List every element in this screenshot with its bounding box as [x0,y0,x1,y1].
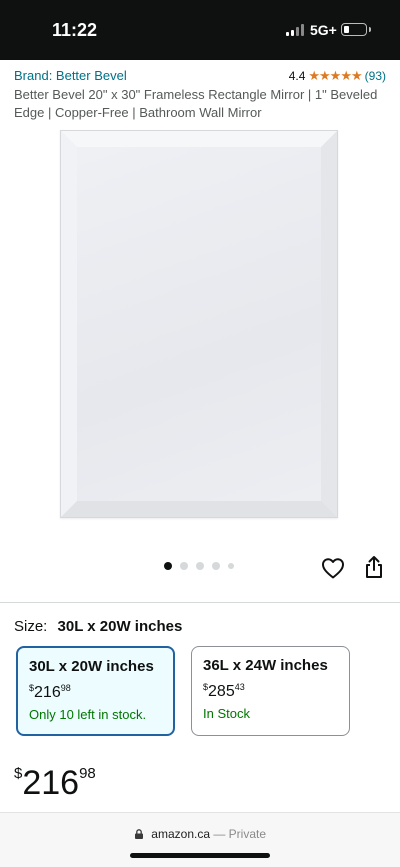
section-divider [0,602,400,603]
size-option-36x24[interactable]: 36L x 24W inches $28543 In Stock [191,646,350,736]
status-bar: 11:22 5G+ [0,0,400,60]
share-icon[interactable] [364,555,384,579]
size-option-label: 36L x 24W inches [203,657,328,674]
heart-icon[interactable] [321,557,345,579]
product-title: Better Bevel 20" x 30" Frameless Rectang… [14,87,378,120]
carousel-dot[interactable] [228,563,234,569]
status-time: 11:22 [52,20,98,40]
carousel-dot[interactable] [180,562,188,570]
carousel-dot[interactable] [196,562,204,570]
signal-icon [286,24,306,36]
selected-size: 30L x 20W inches [57,618,183,635]
network-type: 5G+ [310,22,337,38]
review-count[interactable]: (93) [365,69,386,83]
lock-icon [134,829,143,839]
size-option-stock: Only 10 left in stock. [29,707,147,722]
brand-link[interactable]: Brand: Better Bevel [14,68,127,83]
mirror-bevel [61,131,337,517]
url-display[interactable]: amazon.ca — Private [0,827,400,841]
rating-summary[interactable]: 4.4 ★★★★★ (93) [289,68,386,84]
product-image[interactable] [60,130,338,518]
size-option-stock: In Stock [203,706,250,721]
size-label: Size: [14,618,48,635]
product-price: $21698 [14,764,96,802]
carousel-dot[interactable] [212,562,220,570]
url-domain: amazon.ca [151,827,210,841]
private-mode-label: — Private [213,827,267,841]
carousel-dot[interactable] [164,562,172,570]
browser-url-bar[interactable]: amazon.ca — Private [0,812,400,867]
size-selector-label: Size: 30L x 20W inches [14,618,182,635]
size-option-30x20[interactable]: 30L x 20W inches $21698 Only 10 left in … [16,646,175,736]
star-rating-icon: ★★★★★ [308,68,362,83]
rating-value: 4.4 [288,69,306,83]
image-carousel-indicator[interactable] [164,562,234,570]
size-option-label: 30L x 20W inches [29,658,154,675]
size-option-price: $21698 [29,683,71,701]
size-option-price: $28543 [203,682,245,700]
battery-icon [341,23,371,36]
home-indicator[interactable] [130,853,270,858]
